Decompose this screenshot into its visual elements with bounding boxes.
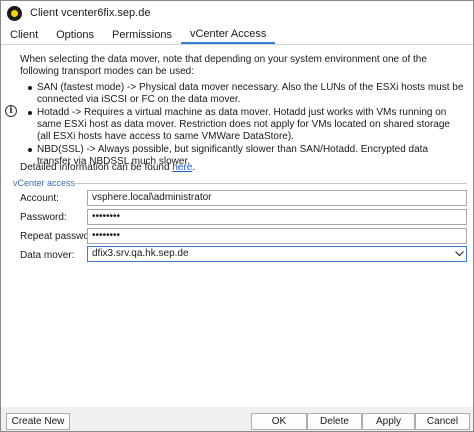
data-mover-label: Data mover: (20, 250, 75, 261)
title-bar: Client vcenter6fix.sep.de (1, 1, 473, 25)
group-divider (73, 183, 467, 184)
cancel-button[interactable]: Cancel (415, 413, 470, 430)
vcenter-access-panel: i When selecting the data mover, note th… (1, 45, 473, 407)
tab-options[interactable]: Options (47, 25, 103, 44)
info-icon: i (5, 105, 17, 117)
tab-client[interactable]: Client (1, 25, 47, 44)
transport-mode-info: When selecting the data mover, note that… (20, 54, 464, 169)
password-label: Password: (20, 212, 67, 223)
list-item: SAN (fastest mode) -> Physical data move… (20, 82, 464, 107)
detail-prefix: Detailed information can be found (20, 162, 173, 173)
apply-button[interactable]: Apply (362, 413, 415, 430)
account-label: Account: (20, 193, 59, 204)
chevron-down-icon[interactable] (452, 247, 466, 261)
account-input[interactable]: vsphere.local\administrator (87, 190, 467, 206)
info-intro: When selecting the data mover, note that… (20, 54, 427, 78)
create-new-button[interactable]: Create New (6, 413, 70, 430)
window-title: Client vcenter6fix.sep.de (30, 7, 151, 19)
delete-button[interactable]: Delete (307, 413, 362, 430)
data-mover-value: dfix3.srv.qa.hk.sep.de (92, 248, 189, 259)
detail-info: Detailed information can be found here. (20, 162, 195, 173)
vcenter-access-group-label: vCenter access (13, 178, 80, 188)
button-bar: Create New OK Delete Apply Cancel (1, 407, 473, 431)
transport-mode-list: SAN (fastest mode) -> Physical data move… (20, 82, 464, 169)
tab-vcenter-access[interactable]: vCenter Access (180, 25, 276, 44)
ok-button[interactable]: OK (251, 413, 307, 430)
repeat-password-input[interactable]: •••••••• (87, 228, 467, 244)
detail-suffix: . (192, 162, 196, 173)
detail-here-link[interactable]: here (172, 162, 192, 173)
tab-permissions[interactable]: Permissions (103, 25, 181, 44)
list-item: Hotadd -> Requires a virtual machine as … (20, 107, 464, 144)
tab-bar: Client Options Permissions vCenter Acces… (1, 25, 473, 45)
data-mover-select[interactable]: dfix3.srv.qa.hk.sep.de (87, 246, 467, 262)
password-input[interactable]: •••••••• (87, 209, 467, 225)
app-logo-icon (7, 5, 22, 21)
client-dialog-window: Client vcenter6fix.sep.de Client Options… (0, 0, 474, 432)
